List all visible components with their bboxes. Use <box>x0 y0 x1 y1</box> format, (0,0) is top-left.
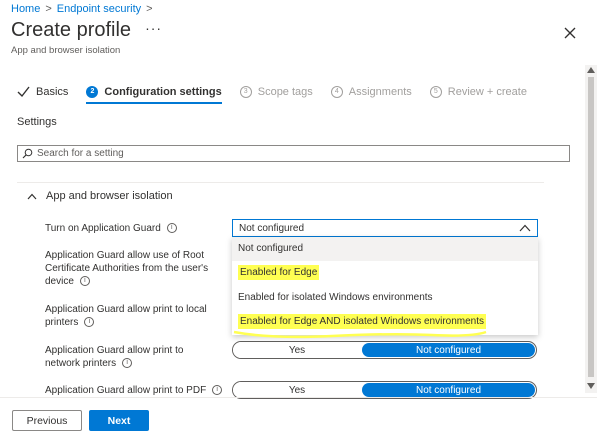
step-number: 5 <box>429 85 442 98</box>
dropdown-value: Not configured <box>239 222 305 234</box>
step-label: Assignments <box>348 85 412 98</box>
step-number: 4 <box>330 85 343 98</box>
step-assignments[interactable]: 4 Assignments <box>330 85 412 98</box>
next-button[interactable]: Next <box>89 410 149 431</box>
info-icon[interactable]: i <box>122 358 133 369</box>
scrollbar[interactable] <box>585 65 597 393</box>
info-icon[interactable]: i <box>79 276 90 287</box>
setting-label-print-network: Application Guard allow print to network… <box>45 344 205 370</box>
wizard-steps: Basics 2 Configuration settings 3 Scope … <box>17 85 545 104</box>
page-subtitle: App and browser isolation <box>11 45 121 56</box>
step-label: Review + create <box>447 85 527 98</box>
group-title: App and browser isolation <box>46 190 173 202</box>
toggle-option-not-configured[interactable]: Not configured <box>362 343 535 357</box>
step-review-create[interactable]: 5 Review + create <box>429 85 527 98</box>
toggle-option-yes[interactable]: Yes <box>233 342 361 358</box>
setting-label-text: Turn on Application Guard <box>45 223 161 234</box>
previous-button[interactable]: Previous <box>12 410 82 431</box>
chevron-up-icon <box>519 224 531 232</box>
footer-divider <box>0 397 597 398</box>
breadcrumb-endpoint-security-link[interactable]: Endpoint security <box>57 3 141 15</box>
search-box[interactable] <box>17 145 570 162</box>
search-icon <box>22 148 33 159</box>
search-input[interactable] <box>37 148 557 159</box>
breadcrumb: Home > Endpoint security > <box>11 3 153 15</box>
highlight-squiggle <box>233 330 487 339</box>
dropdown-option-enabled-windows[interactable]: Enabled for isolated Windows environment… <box>238 292 433 303</box>
dropdown-option-enabled-edge[interactable]: Enabled for Edge <box>238 265 320 280</box>
breadcrumb-home-link[interactable]: Home <box>11 3 40 15</box>
option-text: Enabled for Edge <box>238 265 320 280</box>
dropdown-option-not-configured[interactable]: Not configured <box>238 243 303 254</box>
scrollbar-thumb[interactable] <box>588 77 594 377</box>
checkmark-icon <box>17 86 30 98</box>
group-header-app-browser-isolation[interactable]: App and browser isolation <box>27 190 173 202</box>
chevron-right-icon: > <box>45 3 52 15</box>
setting-label-application-guard: Turn on Application Guard i <box>45 222 177 235</box>
section-divider <box>17 182 544 183</box>
more-options-button[interactable]: ··· <box>145 20 162 36</box>
application-guard-dropdown[interactable]: Not configured <box>232 219 538 237</box>
scroll-up-icon[interactable] <box>587 67 595 73</box>
info-icon[interactable]: i <box>166 223 177 234</box>
step-label: Scope tags <box>257 85 313 98</box>
info-icon[interactable]: i <box>84 317 95 328</box>
chevron-up-icon <box>27 193 37 199</box>
close-icon[interactable] <box>561 24 579 42</box>
setting-label-text: Application Guard allow print to network… <box>45 345 184 369</box>
chevron-right-icon: > <box>146 3 153 15</box>
print-network-toggle[interactable]: Yes Not configured <box>232 341 537 359</box>
scroll-down-icon[interactable] <box>587 383 595 389</box>
dropdown-option-enabled-edge-and-windows[interactable]: Enabled for Edge AND isolated Windows en… <box>238 314 487 329</box>
step-configuration-settings[interactable]: 2 Configuration settings <box>86 85 223 104</box>
page-title: Create profile <box>11 19 132 41</box>
step-number: 2 <box>86 85 99 98</box>
step-number: 3 <box>239 85 252 98</box>
setting-label-text: Application Guard allow use of Root Cert… <box>45 250 209 287</box>
settings-heading: Settings <box>17 116 57 128</box>
step-label: Configuration settings <box>104 85 222 98</box>
step-label: Basics <box>36 85 69 98</box>
step-scope-tags[interactable]: 3 Scope tags <box>239 85 313 98</box>
dropdown-menu: Not configured Enabled for Edge Enabled … <box>232 237 538 339</box>
page-title-row: Create profile ··· <box>11 19 162 42</box>
info-icon[interactable]: i <box>212 385 223 396</box>
option-text: Enabled for Edge AND isolated Windows en… <box>238 314 487 329</box>
setting-label-print-local: Application Guard allow print to local p… <box>45 303 220 329</box>
toggle-option-not-configured[interactable]: Not configured <box>362 383 535 397</box>
toggle-option-yes[interactable]: Yes <box>233 382 361 398</box>
setting-label-text: Application Guard allow print to PDF <box>45 385 207 396</box>
setting-label-root-certificates: Application Guard allow use of Root Cert… <box>45 249 225 288</box>
setting-label-text: Application Guard allow print to local p… <box>45 304 207 328</box>
setting-label-print-pdf: Application Guard allow print to PDF i <box>45 384 223 397</box>
step-basics[interactable]: Basics <box>17 85 68 98</box>
